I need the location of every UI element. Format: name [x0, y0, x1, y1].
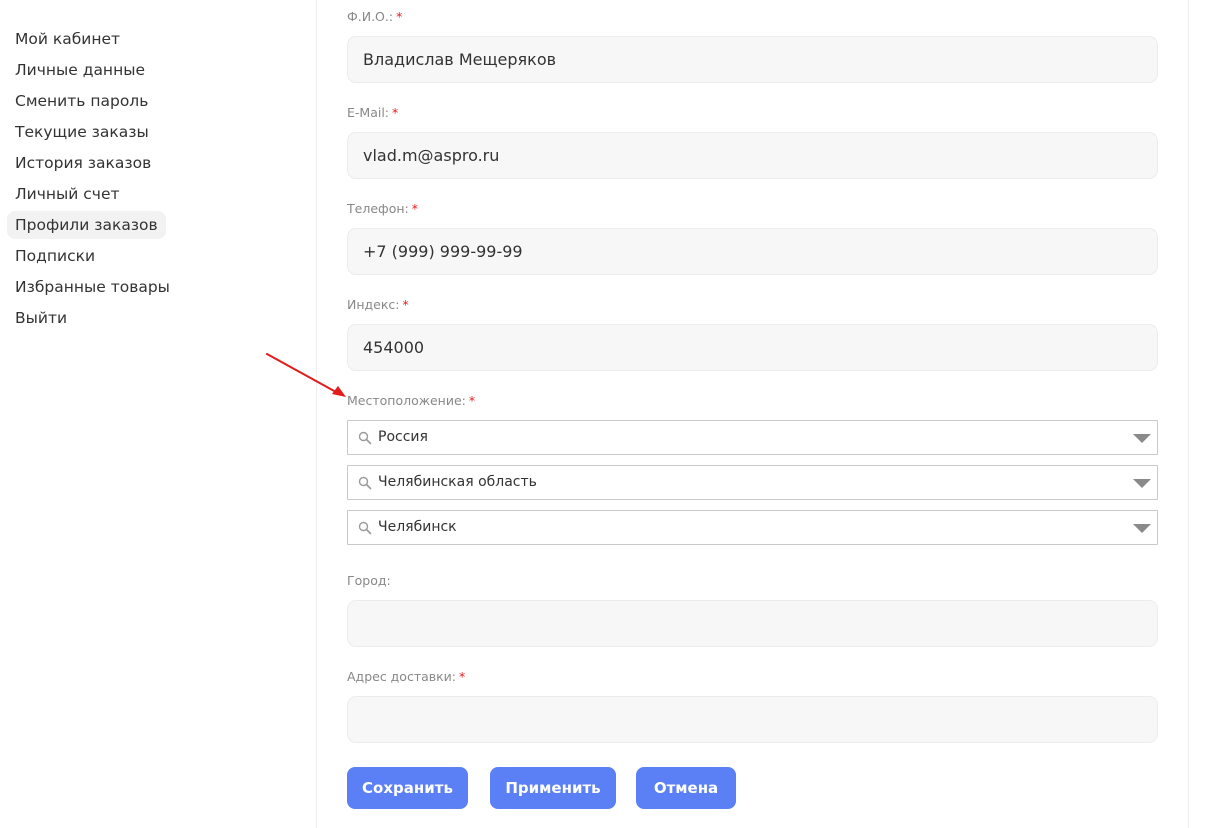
fio-label: Ф.И.О.: *: [347, 9, 403, 24]
save-button[interactable]: Сохранить: [347, 767, 468, 809]
sidebar-item-order-profiles[interactable]: Профили заказов: [7, 211, 166, 239]
required-mark: *: [392, 105, 399, 120]
magnifier-icon: [358, 431, 372, 445]
magnifier-icon: [358, 521, 372, 535]
location-label: Местоположение: *: [347, 393, 476, 408]
index-input[interactable]: 454000: [347, 324, 1158, 371]
annotation-arrow: [266, 353, 346, 397]
phone-input[interactable]: +7 (999) 999-99-99: [347, 228, 1158, 275]
fio-input[interactable]: Владислав Мещеряков: [347, 36, 1158, 83]
apply-button[interactable]: Применить: [490, 767, 616, 809]
sidebar-item-personal-data[interactable]: Личные данные: [7, 56, 153, 84]
sidebar-item-personal-account[interactable]: Личный счет: [7, 180, 128, 208]
city-select-value: Челябинск: [378, 519, 457, 535]
index-label: Индекс: *: [347, 297, 409, 312]
magnifier-icon: [358, 476, 372, 490]
required-mark: *: [459, 669, 466, 684]
triangle-down-icon[interactable]: [1133, 434, 1151, 443]
sidebar-item-subscriptions[interactable]: Подписки: [7, 242, 103, 270]
sidebar-item-change-password[interactable]: Сменить пароль: [7, 87, 156, 115]
country-select[interactable]: Россия: [347, 420, 1158, 455]
region-select-value: Челябинская область: [378, 474, 537, 490]
sidebar-item-order-history[interactable]: История заказов: [7, 149, 159, 177]
sidebar-item-current-orders[interactable]: Текущие заказы: [7, 118, 157, 146]
required-mark: *: [468, 393, 476, 408]
email-input[interactable]: vlad.m@aspro.ru: [347, 132, 1158, 179]
required-mark: *: [411, 201, 418, 216]
sidebar-item-favorites[interactable]: Избранные товары: [7, 273, 178, 301]
address-input[interactable]: [347, 696, 1158, 743]
cancel-button[interactable]: Отмена: [636, 767, 736, 809]
phone-label: Телефон: *: [347, 201, 418, 216]
triangle-down-icon[interactable]: [1133, 524, 1151, 533]
content-divider-right: [1188, 0, 1189, 828]
account-sidebar: Мой кабинет Личные данные Сменить пароль…: [0, 0, 316, 828]
triangle-down-icon[interactable]: [1133, 479, 1151, 488]
sidebar-item-my-cabinet[interactable]: Мой кабинет: [7, 25, 128, 53]
region-select[interactable]: Челябинская область: [347, 465, 1158, 500]
town-input[interactable]: [347, 600, 1158, 647]
country-select-value: Россия: [378, 429, 428, 445]
email-label: E-Mail: *: [347, 105, 399, 120]
required-mark: *: [396, 9, 403, 24]
town-label: Город:: [347, 573, 391, 588]
sidebar-item-logout[interactable]: Выйти: [7, 304, 75, 332]
required-mark: *: [402, 297, 409, 312]
city-select[interactable]: Челябинск: [347, 510, 1158, 545]
address-label: Адрес доставки: *: [347, 669, 466, 684]
content-divider-left: [316, 0, 317, 828]
